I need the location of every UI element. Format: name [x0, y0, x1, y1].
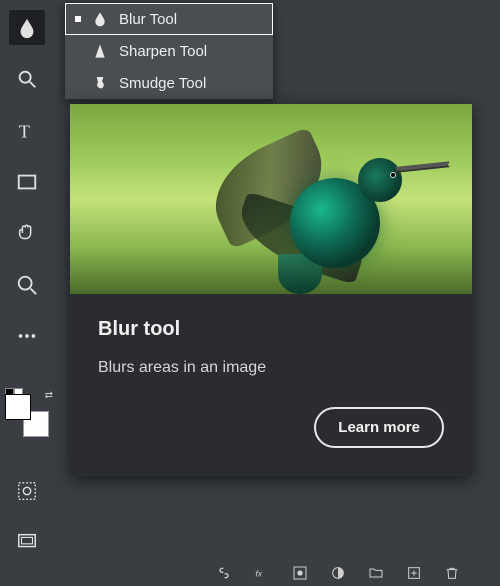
- mask-button[interactable]: [292, 565, 308, 581]
- flyout-label: Blur Tool: [119, 11, 177, 28]
- learn-more-button[interactable]: Learn more: [314, 407, 444, 448]
- fx-button[interactable]: fx: [254, 565, 270, 581]
- blur-icon: [16, 17, 38, 39]
- plus-square-icon: [406, 565, 422, 581]
- svg-text:T: T: [19, 121, 30, 141]
- quick-mask-button[interactable]: [9, 473, 45, 508]
- color-swatches[interactable]: ⇄: [5, 394, 49, 437]
- sharpen-icon: [91, 43, 109, 59]
- svg-text:fx: fx: [255, 568, 262, 578]
- tool-tip-card: Blur tool Blurs areas in an image Learn …: [70, 104, 472, 476]
- tip-hero-image: [70, 104, 472, 294]
- magnifier-icon: [16, 68, 38, 90]
- ellipsis-icon: [16, 325, 38, 347]
- adjustment-button[interactable]: [330, 565, 346, 581]
- rectangle-tool-button[interactable]: [9, 164, 45, 199]
- trash-icon: [444, 565, 460, 581]
- hand-tool-button[interactable]: [9, 216, 45, 251]
- more-tools-button[interactable]: [9, 319, 45, 354]
- flyout-label: Smudge Tool: [119, 75, 206, 92]
- quickmask-icon: [16, 480, 38, 502]
- type-tool-button[interactable]: T: [9, 113, 45, 148]
- selected-dot-icon: [75, 16, 81, 22]
- link-icon: [216, 565, 232, 581]
- blur-tool-button[interactable]: [9, 10, 45, 45]
- delete-button[interactable]: [444, 565, 460, 581]
- swap-colors-icon[interactable]: ⇄: [45, 390, 53, 401]
- tip-title: Blur tool: [98, 318, 444, 341]
- screen-icon: [16, 531, 38, 553]
- tools-panel: T ⇄: [0, 0, 54, 560]
- hand-icon: [16, 222, 38, 244]
- flyout-label: Sharpen Tool: [119, 43, 207, 60]
- flyout-item-blur[interactable]: Blur Tool: [65, 3, 273, 35]
- hummingbird-illustration: [190, 118, 450, 288]
- zoom-tool-button[interactable]: [9, 61, 45, 96]
- zoom2-tool-button[interactable]: [9, 267, 45, 302]
- bottom-status-bar: fx: [0, 560, 500, 586]
- flyout-item-smudge[interactable]: Smudge Tool: [65, 67, 273, 99]
- folder-icon: [368, 565, 384, 581]
- screen-mode-button[interactable]: [9, 525, 45, 560]
- adjust-icon: [330, 565, 346, 581]
- blur-icon: [91, 11, 109, 27]
- smudge-icon: [91, 75, 109, 91]
- link-layers-button[interactable]: [216, 565, 232, 581]
- rectangle-icon: [16, 171, 38, 193]
- mask-icon: [292, 565, 308, 581]
- new-layer-button[interactable]: [406, 565, 422, 581]
- type-icon: T: [16, 120, 38, 142]
- magnifier2-icon: [16, 274, 38, 296]
- foreground-swatch[interactable]: [5, 394, 31, 420]
- fx-icon: fx: [254, 565, 270, 581]
- tool-flyout: Blur Tool Sharpen Tool Smudge Tool: [64, 2, 274, 100]
- folder-button[interactable]: [368, 565, 384, 581]
- tip-description: Blurs areas in an image: [98, 359, 444, 377]
- flyout-item-sharpen[interactable]: Sharpen Tool: [65, 35, 273, 67]
